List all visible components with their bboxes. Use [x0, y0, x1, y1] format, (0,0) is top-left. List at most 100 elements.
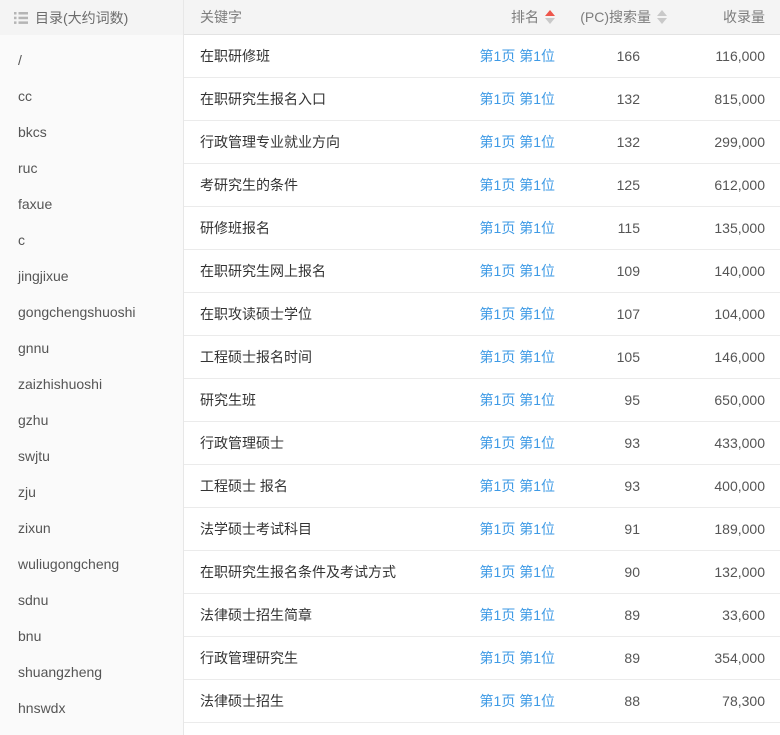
keyword-cell: 在职研修班 [184, 46, 455, 66]
table-row: 法律硕士招生简章第1页 第1位8933,600 [184, 594, 780, 637]
table-row: 在职研究生报名入口第1页 第1位132815,000 [184, 78, 780, 121]
keyword-cell: 在职研究生报名条件及考试方式 [184, 562, 455, 582]
rank-link[interactable]: 第1页 第1位 [480, 177, 555, 193]
pc-search-volume-cell: 125 [555, 177, 667, 193]
sidebar-item-bkcs[interactable]: bkcs [0, 114, 183, 150]
pc-search-volume-cell: 93 [555, 478, 667, 494]
rank-cell: 第1页 第1位 [455, 691, 555, 711]
index-volume-cell: 299,000 [667, 134, 780, 150]
sidebar-item-root[interactable]: / [0, 42, 183, 78]
sidebar-item-gzhu[interactable]: gzhu [0, 402, 183, 438]
sidebar-item-faxue[interactable]: faxue [0, 186, 183, 222]
pc-sort-icon[interactable] [657, 10, 667, 24]
rank-cell: 第1页 第1位 [455, 648, 555, 668]
rank-link[interactable]: 第1页 第1位 [480, 478, 555, 494]
rank-cell: 第1页 第1位 [455, 476, 555, 496]
table-row: 在职攻读硕士学位第1页 第1位107104,000 [184, 293, 780, 336]
index-volume-cell: 354,000 [667, 650, 780, 666]
sidebar-item-zixun[interactable]: zixun [0, 510, 183, 546]
table-row: 在职研究生网上报名第1页 第1位109140,000 [184, 250, 780, 293]
rank-link[interactable]: 第1页 第1位 [480, 564, 555, 580]
keyword-cell: 法律硕士招生 [184, 691, 455, 711]
index-volume-cell: 650,000 [667, 392, 780, 408]
sidebar-item-wuliugongcheng[interactable]: wuliugongcheng [0, 546, 183, 582]
table-row: 研究生班 第1页 第1位95650,000 [184, 379, 780, 422]
sort-up-arrow-active-icon[interactable] [545, 10, 555, 16]
sidebar-item-gnnu[interactable]: gnnu [0, 330, 183, 366]
rank-link[interactable]: 第1页 第1位 [480, 220, 555, 236]
table-row: 在职研究生报名条件及考试方式 第1页 第1位90132,000 [184, 551, 780, 594]
rank-link[interactable]: 第1页 第1位 [480, 349, 555, 365]
sidebar-item-c[interactable]: c [0, 222, 183, 258]
header-pc-label: (PC)搜索量 [580, 7, 651, 27]
rank-cell: 第1页 第1位 [455, 304, 555, 324]
index-volume-cell: 612,000 [667, 177, 780, 193]
pc-search-volume-cell: 95 [555, 392, 667, 408]
sidebar-item-cc[interactable]: cc [0, 78, 183, 114]
sidebar-item-zju[interactable]: zju [0, 474, 183, 510]
rank-cell: 第1页 第1位 [455, 433, 555, 453]
sidebar-item-swjtu[interactable]: swjtu [0, 438, 183, 474]
rank-cell: 第1页 第1位 [455, 46, 555, 66]
table-row: 工程硕士报名时间第1页 第1位105146,000 [184, 336, 780, 379]
sidebar-item-ruc[interactable]: ruc [0, 150, 183, 186]
keyword-cell: 法学硕士考试科目 [184, 519, 455, 539]
sidebar-item-bnu[interactable]: bnu [0, 618, 183, 654]
index-volume-cell: 132,000 [667, 564, 780, 580]
table-header-row: 关键字 排名 (PC)搜索量 收录量 [184, 0, 780, 35]
table-row: 研修班报名第1页 第1位115135,000 [184, 207, 780, 250]
keyword-cell: 研究生班 [184, 390, 455, 410]
header-pc-search-volume[interactable]: (PC)搜索量 [555, 7, 667, 27]
pc-search-volume-cell: 90 [555, 564, 667, 580]
index-volume-cell: 400,000 [667, 478, 780, 494]
rank-link[interactable]: 第1页 第1位 [480, 263, 555, 279]
table-row: 工程硕士 报名第1页 第1位93400,000 [184, 465, 780, 508]
sort-down-arrow-icon[interactable] [545, 18, 555, 24]
rank-link[interactable]: 第1页 第1位 [480, 521, 555, 537]
rank-link[interactable]: 第1页 第1位 [480, 693, 555, 709]
header-rank[interactable]: 排名 [455, 7, 555, 27]
rank-cell: 第1页 第1位 [455, 519, 555, 539]
rank-cell: 第1页 第1位 [455, 89, 555, 109]
rank-link[interactable]: 第1页 第1位 [480, 91, 555, 107]
sidebar-item-sdnu[interactable]: sdnu [0, 582, 183, 618]
keyword-table: 关键字 排名 (PC)搜索量 收录量 在职研修班第1页 第1位166116,00… [184, 0, 780, 735]
index-volume-cell: 140,000 [667, 263, 780, 279]
table-row: 考研究生的条件第1页 第1位125612,000 [184, 164, 780, 207]
table-body: 在职研修班第1页 第1位166116,000在职研究生报名入口第1页 第1位13… [184, 35, 780, 723]
rank-link[interactable]: 第1页 第1位 [480, 650, 555, 666]
rank-link[interactable]: 第1页 第1位 [480, 392, 555, 408]
directory-sidebar: 目录(大约词数) /ccbkcsrucfaxuecjingjixuegongch… [0, 0, 184, 735]
sidebar-item-gongchengshuoshi[interactable]: gongchengshuoshi [0, 294, 183, 330]
sidebar-item-hnswdx[interactable]: hnswdx [0, 690, 183, 726]
table-row: 法律硕士招生第1页 第1位8878,300 [184, 680, 780, 723]
rank-sort-icon[interactable] [545, 10, 555, 24]
index-volume-cell: 135,000 [667, 220, 780, 236]
header-index-volume: 收录量 [667, 7, 780, 27]
pc-search-volume-cell: 132 [555, 91, 667, 107]
rank-link[interactable]: 第1页 第1位 [480, 435, 555, 451]
sidebar-item-zaizhishuoshi[interactable]: zaizhishuoshi [0, 366, 183, 402]
rank-link[interactable]: 第1页 第1位 [480, 134, 555, 150]
sort-down-arrow-icon[interactable] [657, 18, 667, 24]
keyword-cell: 行政管理专业就业方向 [184, 132, 455, 152]
keyword-cell: 研修班报名 [184, 218, 455, 238]
rank-link[interactable]: 第1页 第1位 [480, 306, 555, 322]
sidebar-item-shuangzheng[interactable]: shuangzheng [0, 654, 183, 690]
pc-search-volume-cell: 107 [555, 306, 667, 322]
table-row: 行政管理研究生第1页 第1位89354,000 [184, 637, 780, 680]
sort-up-arrow-icon[interactable] [657, 10, 667, 16]
pc-search-volume-cell: 93 [555, 435, 667, 451]
pc-search-volume-cell: 88 [555, 693, 667, 709]
rank-cell: 第1页 第1位 [455, 175, 555, 195]
sidebar-item-jingjixue[interactable]: jingjixue [0, 258, 183, 294]
rank-cell: 第1页 第1位 [455, 261, 555, 281]
pc-search-volume-cell: 89 [555, 607, 667, 623]
rank-link[interactable]: 第1页 第1位 [480, 607, 555, 623]
rank-link[interactable]: 第1页 第1位 [480, 48, 555, 64]
keyword-cell: 行政管理研究生 [184, 648, 455, 668]
keyword-cell: 法律硕士招生简章 [184, 605, 455, 625]
index-volume-cell: 189,000 [667, 521, 780, 537]
keyword-cell: 在职攻读硕士学位 [184, 304, 455, 324]
pc-search-volume-cell: 166 [555, 48, 667, 64]
